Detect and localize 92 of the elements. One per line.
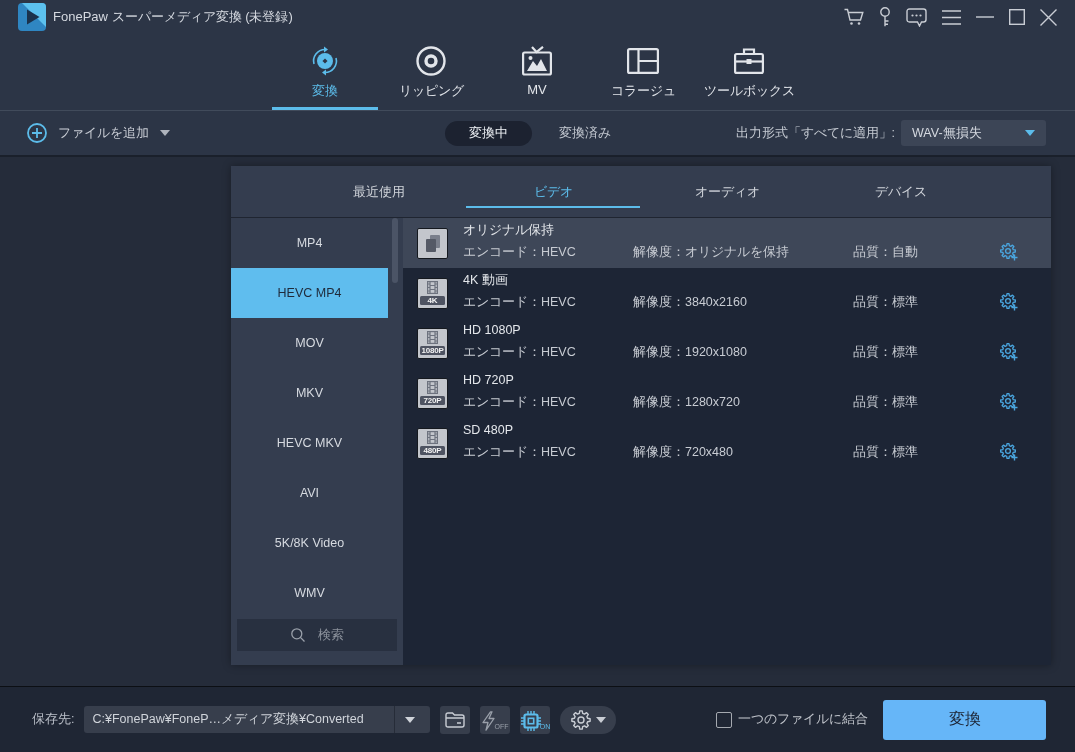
format-item[interactable]: MOV — [231, 318, 388, 368]
briefcase-icon — [734, 48, 764, 74]
caret-icon[interactable] — [160, 130, 170, 136]
resolution-badge: 4K — [420, 296, 445, 305]
maximize-icon[interactable] — [1009, 9, 1025, 25]
quality-text: 品質：標準 — [853, 344, 919, 360]
preset-row[interactable]: 720P HD 720P エンコード：HEVC 解像度：1280x720 品質：標準 — [403, 368, 1051, 418]
preset-row[interactable]: 480P SD 480P エンコード：HEVC 解像度：720x480 品質：標準 — [403, 418, 1051, 468]
convert-button[interactable]: 変換 — [883, 699, 1046, 740]
preset-title: HD 1080P — [463, 322, 522, 338]
status-tab[interactable]: 変換済み — [541, 120, 628, 146]
encoder-text: エンコード：HEVC — [463, 244, 577, 260]
preset-title: 4K 動画 — [463, 272, 509, 288]
chat-icon[interactable] — [906, 7, 927, 27]
grid-layout-icon — [627, 48, 659, 74]
film-icon — [427, 431, 438, 444]
format-item[interactable]: AVI — [231, 468, 388, 518]
window-title: FonePaw スーパーメディア変換 (未登録) — [53, 8, 293, 26]
preset-title: HD 720P — [463, 372, 515, 388]
format-item[interactable]: WMV — [231, 568, 388, 618]
lightning-icon — [482, 710, 496, 731]
resolution-text: 解像度：1280x720 — [633, 394, 741, 410]
search-field[interactable]: 検索 — [237, 619, 397, 651]
checkbox[interactable] — [716, 711, 732, 728]
output-format-dropdown[interactable]: WAV-無損失 — [901, 120, 1046, 146]
nav-tab[interactable]: コラージュ — [590, 34, 696, 110]
nav-tab[interactable]: リッピング — [378, 34, 484, 110]
quality-text: 品質：自動 — [853, 244, 919, 260]
resolution-text: 解像度：オリジナルを保持 — [633, 244, 790, 260]
resolution-badge: 480P — [420, 446, 445, 455]
quality-text: 品質：標準 — [853, 294, 919, 310]
settings-icon[interactable] — [1000, 343, 1018, 361]
status-tab[interactable]: 変換中 — [445, 120, 532, 146]
chip-icon — [520, 710, 541, 731]
format-item[interactable]: 5K/8K Video — [231, 518, 388, 568]
resolution-text: 解像度：720x480 — [633, 444, 734, 460]
caret-icon[interactable] — [596, 716, 606, 723]
settings-icon[interactable] — [1000, 443, 1018, 461]
resolution-text: 解像度：3840x2160 — [633, 294, 748, 310]
save-location-label: 保存先: — [32, 711, 75, 728]
resolution-badge: 720P — [420, 396, 445, 405]
disc-icon — [416, 46, 446, 76]
tv-picture-icon — [522, 46, 552, 76]
resolution-text: 解像度：1920x1080 — [633, 344, 748, 360]
caret-icon[interactable] — [1025, 130, 1035, 136]
settings-icon[interactable] — [1000, 243, 1018, 261]
close-icon[interactable] — [1040, 8, 1057, 26]
caret-icon[interactable] — [405, 716, 416, 723]
preset-row[interactable]: 1080P HD 1080P エンコード：HEVC 解像度：1920x1080 品質：標準 — [403, 318, 1051, 368]
folder-button[interactable] — [440, 705, 471, 734]
folder-icon — [445, 711, 466, 728]
encoder-text: エンコード：HEVC — [463, 394, 577, 410]
format-item[interactable]: MKV — [231, 368, 388, 418]
settings-icon — [571, 709, 591, 730]
quality-text: 品質：標準 — [853, 444, 919, 460]
film-icon — [427, 281, 438, 294]
copy-icon — [425, 234, 440, 252]
film-icon — [427, 331, 438, 344]
preset-row[interactable]: オリジナル保持 エンコード：HEVC 解像度：オリジナルを保持 品質：自動 — [403, 218, 1051, 268]
format-item[interactable]: HEVC MP4 — [231, 268, 388, 318]
format-item[interactable]: MP4 — [231, 218, 388, 268]
nav-tab[interactable]: ツールボックス — [696, 34, 802, 110]
format-tab[interactable]: オーディオ — [640, 166, 814, 208]
encoder-text: エンコード：HEVC — [463, 344, 577, 360]
format-tab[interactable]: ビデオ — [466, 166, 640, 208]
nav-tab[interactable]: MV — [484, 34, 590, 110]
quality-text: 品質：標準 — [853, 394, 919, 410]
preset-row[interactable]: 4K 4K 動画 エンコード：HEVC 解像度：3840x2160 品質：標準 — [403, 268, 1051, 318]
refresh-disc-icon — [310, 46, 340, 76]
menu-icon[interactable] — [942, 9, 961, 25]
film-icon — [427, 381, 438, 394]
encoder-text: エンコード：HEVC — [463, 294, 577, 310]
app-logo-icon — [18, 3, 46, 31]
key-icon[interactable] — [879, 7, 891, 27]
path-field[interactable]: C:¥FonePaw¥FoneP…メディア変換¥Converted — [84, 706, 431, 733]
resolution-badge: 1080P — [420, 346, 445, 355]
format-tab[interactable]: 最近使用 — [292, 166, 466, 208]
preset-title: オリジナル保持 — [463, 222, 555, 238]
format-item[interactable]: HEVC MKV — [231, 418, 388, 468]
encoder-text: エンコード：HEVC — [463, 444, 577, 460]
checkbox-label: 一つのファイルに結合 — [738, 711, 868, 728]
scrollbar-thumb[interactable] — [392, 218, 398, 283]
preset-title: SD 480P — [463, 422, 515, 438]
add-file-button[interactable]: ファイルを追加 — [27, 123, 149, 143]
format-tab[interactable]: デバイス — [814, 166, 988, 208]
settings-icon[interactable] — [1000, 293, 1018, 311]
output-format-label: 出力形式「すべてに適用」: — [735, 124, 895, 142]
cart-icon[interactable] — [844, 8, 864, 26]
search-icon — [291, 628, 305, 642]
add-icon — [27, 123, 47, 143]
settings-dropdown[interactable] — [560, 705, 617, 734]
settings-icon[interactable] — [1000, 393, 1018, 411]
